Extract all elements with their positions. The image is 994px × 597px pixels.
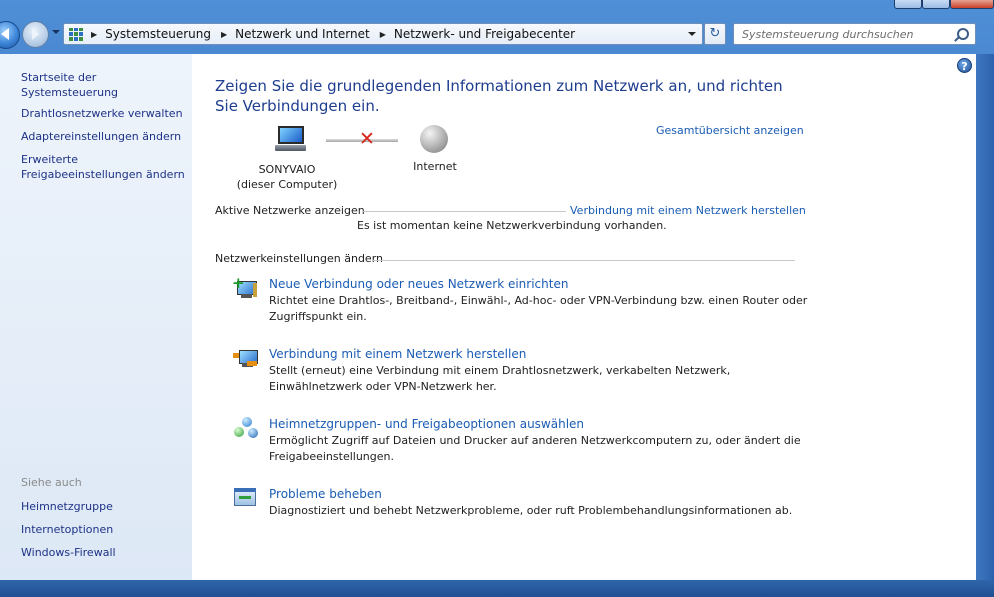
sidebar-link-windows-firewall[interactable]: Windows-Firewall: [21, 545, 116, 560]
forward-arrow-icon: [32, 28, 39, 40]
computer-subtitle: (dieser Computer): [236, 178, 338, 191]
full-map-link[interactable]: Gesamtübersicht anzeigen: [656, 124, 804, 137]
task-connect-link[interactable]: Verbindung mit einem Netzwerk herstellen: [269, 347, 526, 361]
recent-pages-dropdown[interactable]: [52, 30, 60, 34]
window-bottom-border: [0, 580, 994, 597]
breadcrumb-systemsteuerung[interactable]: Systemsteuerung: [105, 27, 211, 41]
page-title: Zeigen Sie die grundlegenden Information…: [215, 77, 783, 115]
disconnected-x-icon[interactable]: ✕: [359, 129, 375, 149]
close-button[interactable]: [950, 0, 994, 9]
chevron-down-icon[interactable]: [688, 32, 696, 36]
task-connect-description: Stellt (erneut) eine Verbindung mit eine…: [269, 364, 731, 393]
search-icon[interactable]: [957, 28, 969, 40]
chevron-right-icon[interactable]: ▶: [380, 30, 386, 39]
task-new-connection-link[interactable]: Neue Verbindung oder neues Netzwerk einr…: [269, 277, 568, 291]
internet-label: Internet: [413, 160, 457, 173]
sidebar-link-adapter-settings[interactable]: Adaptereinstellungen ändern: [21, 129, 181, 144]
task-new-connection-description: Richtet eine Drahtlos-, Breitband-, Einw…: [269, 294, 808, 323]
refresh-button[interactable]: ↻: [704, 23, 726, 45]
see-also-heading: Siehe auch: [21, 476, 82, 489]
back-arrow-icon: [1, 28, 9, 40]
back-button[interactable]: [0, 21, 20, 49]
window-caption-buttons: [894, 0, 994, 9]
sidebar-link-advanced-sharing[interactable]: Erweiterte Freigabeeinstellungen ändern: [21, 152, 186, 182]
window-border: [976, 54, 994, 580]
chevron-right-icon[interactable]: ▶: [221, 30, 227, 39]
computer-name: SONYVAIO: [258, 163, 316, 176]
sidebar-link-homegroup[interactable]: Heimnetzgruppe: [21, 499, 113, 514]
change-settings-heading: Netzwerkeinstellungen ändern: [215, 252, 383, 265]
task-homegroup-description: Ermöglicht Zugriff auf Dateien und Druck…: [269, 434, 801, 463]
task-homegroup-link[interactable]: Heimnetzgruppen- und Freigabeoptionen au…: [269, 417, 584, 431]
new-network-icon: +: [232, 274, 259, 299]
task-pane: Startseite der Systemsteuerung Drahtlosn…: [0, 54, 192, 580]
sidebar-link-internet-options[interactable]: Internetoptionen: [21, 522, 113, 537]
computer-label: SONYVAIO (dieser Computer): [232, 162, 342, 192]
connect-to-network-link[interactable]: Verbindung mit einem Netzwerk herstellen: [570, 204, 806, 217]
computer-icon[interactable]: [275, 126, 306, 152]
active-networks-heading: Aktive Netzwerke anzeigen: [215, 204, 365, 217]
breadcrumb-netzwerk-und-internet[interactable]: Netzwerk und Internet: [235, 27, 370, 41]
sidebar-link-home[interactable]: Startseite der Systemsteuerung: [21, 70, 192, 100]
section-divider: [372, 260, 795, 261]
minimize-button[interactable]: [894, 0, 922, 9]
sidebar-link-manage-wireless[interactable]: Drahtlosnetzwerke verwalten: [21, 106, 183, 121]
connect-network-icon: [233, 347, 259, 369]
homegroup-icon: [233, 417, 259, 439]
window-client-area: Startseite der Systemsteuerung Drahtlosn…: [0, 54, 976, 580]
navigation-bar: ▶ Systemsteuerung ▶ Netzwerk und Interne…: [0, 20, 994, 49]
control-panel-icon: [69, 27, 83, 41]
section-divider: [362, 211, 566, 212]
address-bar[interactable]: ▶ Systemsteuerung ▶ Netzwerk und Interne…: [63, 23, 703, 45]
maximize-button[interactable]: [922, 0, 950, 9]
chevron-right-icon[interactable]: ▶: [91, 30, 97, 39]
troubleshoot-icon: [233, 487, 259, 509]
task-troubleshoot-link[interactable]: Probleme beheben: [269, 487, 382, 501]
main-content: Zeigen Sie die grundlegenden Information…: [192, 54, 976, 580]
no-connection-text: Es ist momentan keine Netzwerkverbindung…: [357, 219, 667, 232]
search-input[interactable]: [740, 26, 954, 42]
globe-icon[interactable]: [420, 125, 448, 153]
search-box[interactable]: [733, 23, 976, 45]
task-troubleshoot-description: Diagnostiziert und behebt Netzwerkproble…: [269, 504, 793, 517]
forward-button[interactable]: [22, 21, 49, 48]
refresh-icon: ↻: [709, 26, 721, 41]
breadcrumb-freigabecenter[interactable]: Netzwerk- und Freigabecenter: [394, 27, 575, 41]
